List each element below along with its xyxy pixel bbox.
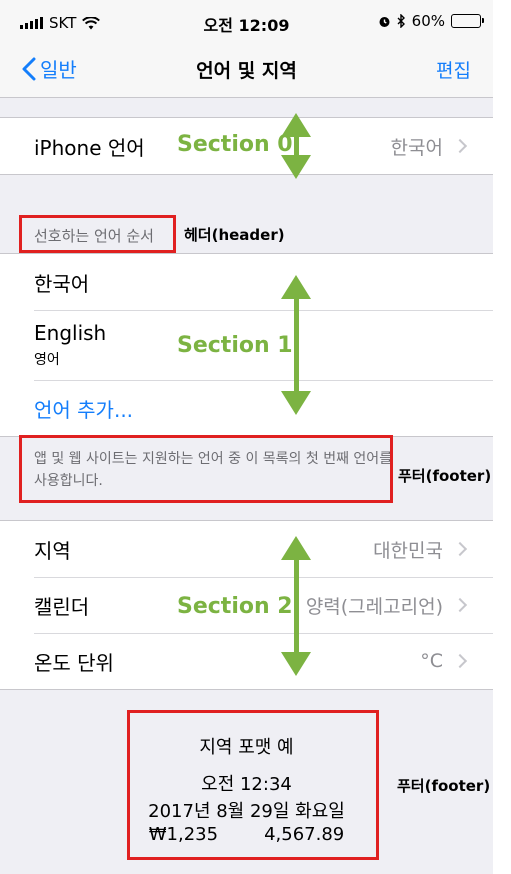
battery-icon <box>451 14 484 28</box>
footer-annotation-box <box>19 435 393 503</box>
region-row[interactable]: 지역 대한민국 <box>0 521 493 577</box>
status-bar: SKT 오전 12:09 60% <box>0 0 493 40</box>
settings-screen: SKT 오전 12:09 60% 일반 언어 및 지역 편집 iPhone 언어… <box>0 0 493 874</box>
header-annotation-box <box>19 215 176 253</box>
language-title: English <box>34 321 107 345</box>
temperature-unit-row[interactable]: 온도 단위 °C <box>0 633 493 689</box>
section0-arrow-icon <box>276 113 316 179</box>
region-title: 지역 <box>34 538 71 563</box>
temperature-unit-value: °C <box>420 650 443 672</box>
language-row-korean[interactable]: 한국어 <box>0 254 493 310</box>
add-language-link[interactable]: 언어 추가... <box>34 394 133 423</box>
language-subtitle: 영어 <box>34 352 60 368</box>
chevron-right-icon <box>452 541 468 557</box>
footer-annotation-label: 푸터(footer) <box>398 467 492 485</box>
section2-arrow-icon <box>276 536 316 676</box>
add-language-row[interactable]: 언어 추가... <box>0 380 493 436</box>
temperature-unit-title: 온도 단위 <box>34 650 114 675</box>
footer2-annotation-box <box>127 710 379 860</box>
status-right: 60% <box>378 12 484 30</box>
chevron-right-icon <box>452 597 468 613</box>
chevron-right-icon <box>452 138 468 154</box>
calendar-value: 양력(그레고리언) <box>305 595 443 618</box>
battery-percent: 60% <box>411 12 445 30</box>
bluetooth-icon <box>397 14 405 28</box>
section1-arrow-icon <box>276 275 316 415</box>
edit-button[interactable]: 편집 <box>436 56 471 83</box>
navigation-bar: 일반 언어 및 지역 편집 <box>0 40 493 98</box>
header-annotation-label: 헤더(header) <box>184 226 285 244</box>
chevron-right-icon <box>452 653 468 669</box>
region-value: 대한민국 <box>373 539 443 562</box>
page-margin <box>493 0 511 874</box>
iphone-language-value: 한국어 <box>390 136 443 159</box>
alarm-icon <box>379 16 390 27</box>
footer2-annotation-label: 푸터(footer) <box>397 777 491 795</box>
language-title: 한국어 <box>34 271 90 296</box>
page-title: 언어 및 지역 <box>196 60 297 82</box>
